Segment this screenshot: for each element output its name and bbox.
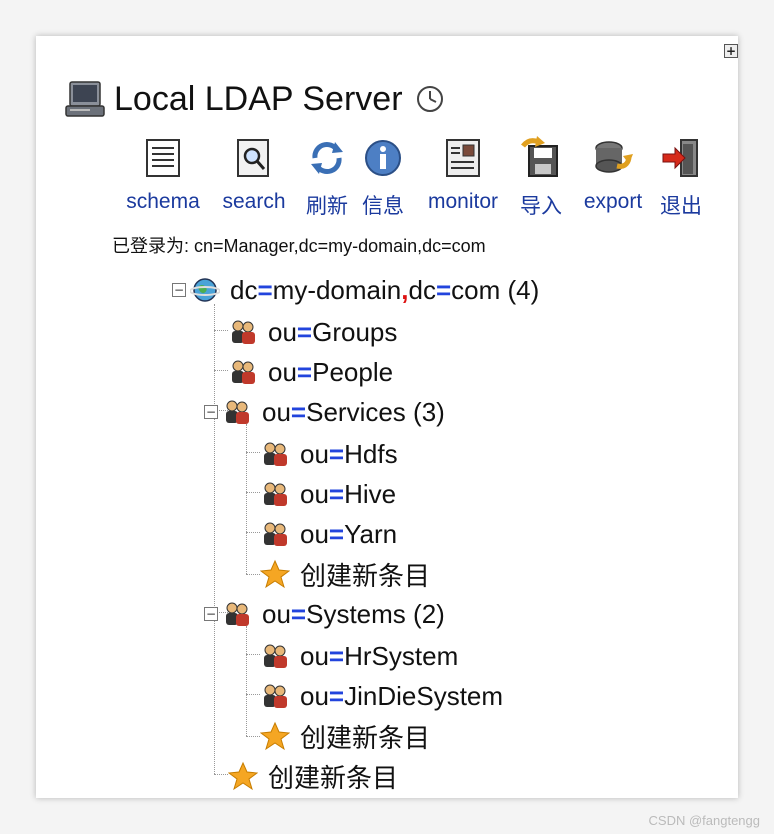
ou-people-icon — [226, 400, 249, 424]
star-icon — [228, 761, 258, 791]
ldap-browser-panel: + Local LDAP Server schema search 刷新 信息 … — [36, 36, 738, 798]
domain-globe-icon — [190, 278, 220, 302]
ou-people-icon — [264, 684, 287, 708]
collapse-icon[interactable]: − — [204, 607, 218, 621]
tree-connector — [246, 694, 260, 695]
tree-node-label[interactable]: ou=HrSystem — [300, 641, 458, 672]
ou-people-icon — [264, 522, 287, 546]
ou-people-icon — [264, 482, 287, 506]
tree-connector — [214, 330, 228, 331]
tree-connector — [246, 424, 247, 574]
ou-people-icon — [226, 602, 249, 626]
tree-node-label[interactable]: ou=Yarn — [300, 519, 397, 550]
tree-connector — [214, 370, 228, 371]
ldap-tree: − dc=my-domain,dc=com (4) ou=Groups ou=P… — [36, 36, 738, 798]
create-entry-label: 创建新条目 — [300, 722, 431, 753]
tree-connector — [246, 626, 247, 736]
tree-node-label[interactable]: ou=People — [268, 357, 393, 388]
tree-node-yarn: ou=Yarn — [260, 514, 397, 554]
tree-connector — [214, 304, 215, 774]
tree-node-label[interactable]: ou=JinDieSystem — [300, 681, 503, 712]
ou-people-icon — [232, 360, 255, 384]
create-entry-label: 创建新条目 — [300, 560, 431, 591]
tree-node-people: ou=People — [228, 352, 393, 392]
tree-node-label[interactable]: ou=Hive — [300, 479, 396, 510]
tree-connector — [246, 574, 260, 575]
tree-node-label[interactable]: ou=Services (3) — [262, 397, 445, 428]
tree-connector — [246, 736, 260, 737]
tree-node-hrsystem: ou=HrSystem — [260, 636, 458, 676]
collapse-icon[interactable]: − — [204, 405, 218, 419]
tree-connector — [246, 452, 260, 453]
tree-create-entry-services[interactable]: 创建新条目 — [260, 554, 430, 594]
create-entry-label: 创建新条目 — [268, 762, 399, 793]
ou-people-icon — [232, 320, 255, 344]
star-icon — [260, 559, 290, 589]
star-icon — [260, 721, 290, 751]
tree-node-hive: ou=Hive — [260, 474, 396, 514]
tree-connector — [246, 492, 260, 493]
tree-node-systems: − ou=Systems (2) — [204, 594, 445, 634]
tree-create-entry-root[interactable]: 创建新条目 — [228, 756, 398, 796]
tree-node-label[interactable]: ou=Hdfs — [300, 439, 398, 470]
ou-people-icon — [264, 442, 287, 466]
tree-root: − dc=my-domain,dc=com (4) — [172, 270, 539, 310]
tree-connector — [246, 532, 260, 533]
tree-node-label[interactable]: ou=Systems (2) — [262, 599, 445, 630]
collapse-icon[interactable]: − — [172, 283, 186, 297]
tree-connector — [246, 654, 260, 655]
tree-node-groups: ou=Groups — [228, 312, 397, 352]
watermark: CSDN @fangtengg — [648, 813, 760, 828]
ou-people-icon — [264, 644, 287, 668]
tree-create-entry-systems[interactable]: 创建新条目 — [260, 716, 430, 756]
tree-node-hdfs: ou=Hdfs — [260, 434, 398, 474]
tree-root-label[interactable]: dc=my-domain,dc=com (4) — [230, 275, 539, 306]
tree-node-services: − ou=Services (3) — [204, 392, 445, 432]
tree-node-label[interactable]: ou=Groups — [268, 317, 397, 348]
tree-node-jindiesystem: ou=JinDieSystem — [260, 676, 503, 716]
tree-connector — [214, 774, 228, 775]
